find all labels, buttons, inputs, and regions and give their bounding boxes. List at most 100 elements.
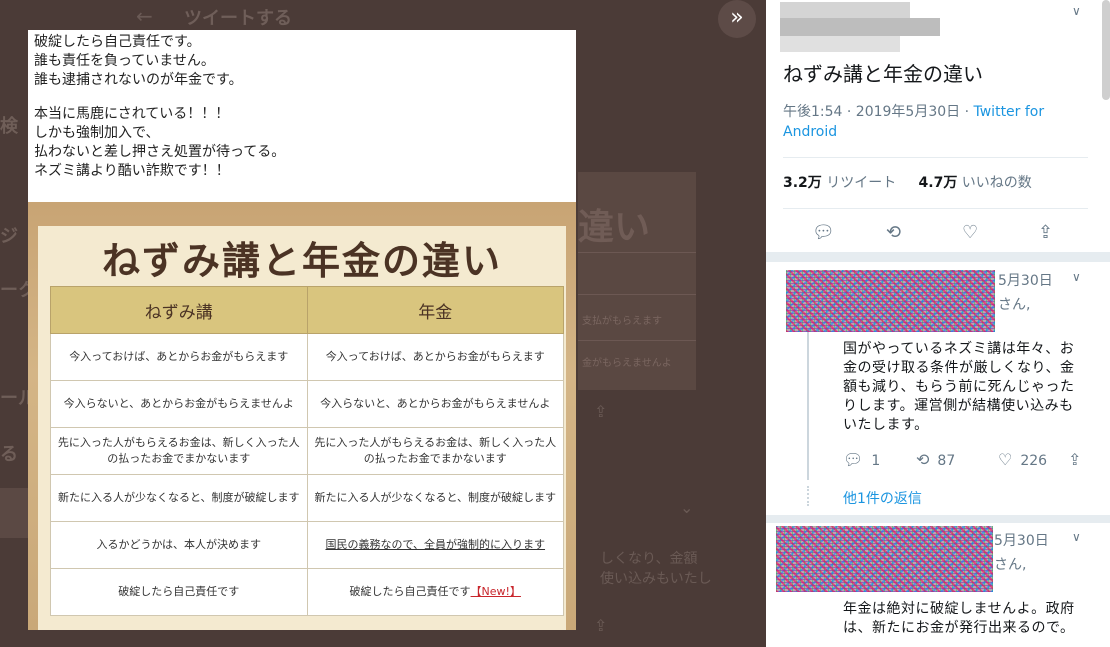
table-cell: 新たに入る人が少なくなると、制度が破綻します — [50, 474, 308, 522]
table-row: 今入らないと、あとからお金がもらえませんよ 今入らないと、あとからお金がもらえま… — [50, 380, 564, 428]
like-stat-label: いいねの数 — [961, 175, 1032, 191]
bg-left-panel — [0, 488, 28, 538]
table-header: 年金 — [306, 286, 564, 334]
pixelated-user-info — [776, 526, 993, 592]
back-arrow-icon: ← — [136, 4, 153, 28]
reply-icon: 💬︎ — [843, 450, 864, 469]
reply-to: さん, — [998, 297, 1031, 313]
share-icon: ⇪ — [594, 616, 608, 635]
divider — [783, 157, 1088, 158]
scrollbar[interactable] — [1102, 0, 1110, 100]
bg-side-fragment: る — [0, 444, 18, 465]
blurred-username — [780, 36, 900, 52]
table-cell: 国民の義務なので、全員が強制的に入ります — [306, 521, 564, 569]
retweet-icon[interactable]: ⟲ — [886, 222, 901, 243]
show-more-replies-link[interactable]: 他1件の返信 — [843, 488, 922, 508]
bg-fragment: 使い込みもいたし — [600, 571, 712, 587]
reply-share-button[interactable]: ⇪ — [1068, 450, 1089, 469]
section-separator — [766, 515, 1110, 523]
table-cell: 破綻したら自己責任です【New!】 — [306, 568, 564, 616]
tweet-meta: 午後1:54 · 2019年5月30日 · Twitter for Androi… — [783, 102, 1073, 142]
bg-card-line — [578, 252, 696, 253]
comparison-poster: ねずみ講と年金の違い ねずみ講 年金 今入っておけば、あとからお金がもらえます … — [28, 202, 576, 630]
table-cell: 先に入った人がもらえるお金は、新しく入った人の払ったお金でまかないます — [306, 427, 564, 475]
tweet-detail-panel: ∨ ねずみ講と年金の違い 午後1:54 · 2019年5月30日 · Twitt… — [766, 0, 1110, 647]
reply-date[interactable]: 5月30日 — [998, 270, 1053, 290]
bg-card-line — [578, 340, 696, 341]
bg-side-fragment: ジ — [0, 226, 18, 247]
reply-text: 国がやっているネズミ講は年々、お 金の受け取る条件が厳しくなり、金 額も減り、も… — [843, 340, 1093, 435]
reply-text-line: 国がやっているネズミ講は年々、お — [843, 341, 1075, 357]
blurred-display-name — [780, 2, 910, 18]
table-cell: 先に入った人がもらえるお金は、新しく入った人の払ったお金でまかないます — [50, 427, 308, 475]
table-row: 新たに入る人が少なくなると、制度が破綻します 新たに入る人が少なくなると、制度が… — [50, 474, 564, 522]
reply-like-count: 226 — [1020, 453, 1048, 469]
table-cell: 新たに入る人が少なくなると、制度が破綻します — [306, 474, 564, 522]
retweet-icon: ⟲ — [916, 450, 930, 469]
reply-reply-count: 1 — [871, 453, 881, 469]
table-cell: 今入らないと、あとからお金がもらえませんよ — [306, 380, 564, 428]
caption-line: 破綻したら自己責任です。 — [34, 34, 201, 50]
pixelated-user-info — [786, 270, 995, 332]
table-cell: 今入っておけば、あとからお金がもらえます — [306, 333, 564, 381]
divider — [783, 208, 1088, 209]
like-stat[interactable]: 4.7万 いいねの数 — [919, 175, 1032, 191]
reply-reply-button[interactable]: 💬︎ 1 — [843, 450, 880, 469]
chevron-down-icon[interactable]: ∨ — [1072, 270, 1081, 284]
reply-icon[interactable]: 💬︎ — [812, 222, 835, 243]
bg-card-text: 金がもらえませんよ — [582, 358, 672, 369]
reply-text-line: は、新たにお金が発行出来るので。 — [843, 620, 1075, 636]
double-chevron-right-icon: » — [730, 5, 744, 30]
table-cell: 今入らないと、あとからお金がもらえませんよ — [50, 380, 308, 428]
table-row: 破綻したら自己責任です 破綻したら自己責任です【New!】 — [50, 568, 564, 616]
table-row: 入るかどうかは、本人が決めます 国民の義務なので、全員が強制的に入ります — [50, 521, 564, 569]
retweet-stat-label: リツイート — [826, 175, 897, 191]
caption-line: 本当に馬鹿にされている！！！ — [34, 106, 230, 122]
reply-text-line: いたします。 — [843, 417, 929, 433]
share-icon: ⇪ — [594, 402, 608, 421]
reply-text: 年金は絶対に破綻しませんよ。政府 は、新たにお金が発行出来るので。 — [843, 600, 1093, 638]
bg-card-line — [578, 294, 696, 295]
like-count: 4.7万 — [918, 175, 958, 191]
section-separator — [766, 252, 1110, 262]
thread-dots — [807, 486, 811, 506]
tweet-timestamp[interactable]: 午後1:54 · 2019年5月30日 · — [783, 104, 974, 120]
retweet-stat[interactable]: 3.2万 リツイート — [783, 175, 896, 191]
bg-header-title: ツイートする — [184, 8, 292, 29]
bg-side-fragment: 検 — [0, 116, 18, 137]
bg-fragment: しくなり、金額 — [600, 551, 698, 567]
expand-panel-button[interactable]: » — [718, 0, 756, 38]
caption-line: 誰も責任を負っていません。 — [34, 53, 215, 69]
bg-card-text: 支払がもらえます — [582, 316, 662, 327]
tweet-text: ねずみ講と年金の違い — [783, 62, 983, 86]
new-tag: 【New!】 — [470, 585, 521, 598]
thread-line — [807, 332, 809, 480]
reply-like-button[interactable]: ♡ 226 — [998, 450, 1047, 469]
chevron-down-icon[interactable]: ∨ — [1072, 4, 1081, 18]
reply-text-line: 年金は絶対に破綻しませんよ。政府 — [843, 601, 1075, 617]
retweet-count: 3.2万 — [783, 175, 822, 191]
caption-line: 払わないと差し押さえ処置が待ってる。 — [34, 144, 286, 160]
table-header: ねずみ講 — [50, 286, 308, 334]
chevron-down-icon: ⌄ — [680, 498, 694, 517]
media-image[interactable]: 破綻したら自己責任です。 誰も責任を負っていません。 誰も逮捕されないのが年金で… — [28, 30, 576, 630]
like-heart-icon: ♡ — [998, 450, 1013, 469]
share-icon: ⇪ — [1068, 450, 1082, 469]
table-cell-text: 破綻したら自己責任です — [349, 585, 471, 598]
reply-text-line: 額も減り、もらう前に死んじゃった — [843, 379, 1075, 395]
reply-text-line: りします。運営側が結構使い込みも — [843, 398, 1074, 414]
table-cell: 入るかどうかは、本人が決めます — [50, 521, 308, 569]
reply-retweet-button[interactable]: ⟲ 87 — [916, 450, 955, 469]
caption-line: ネズミ講より酷い詐欺です！！ — [34, 163, 230, 179]
table-cell: 破綻したら自己責任です — [50, 568, 308, 616]
chevron-down-icon[interactable]: ∨ — [1072, 530, 1081, 544]
share-icon[interactable]: ⇪ — [1038, 222, 1053, 243]
caption-line: 誰も逮捕されないのが年金です。 — [34, 72, 243, 88]
caption-line: しかも強制加入で、 — [34, 125, 160, 141]
like-heart-icon[interactable]: ♡ — [962, 222, 978, 243]
reply-date[interactable]: 5月30日 — [994, 530, 1049, 550]
reply-retweet-count: 87 — [937, 453, 956, 469]
reply-text-line: 金の受け取る条件が厳しくなり、金 — [843, 360, 1075, 376]
blurred-username — [780, 18, 940, 36]
bg-card-title: 違い — [578, 207, 651, 248]
